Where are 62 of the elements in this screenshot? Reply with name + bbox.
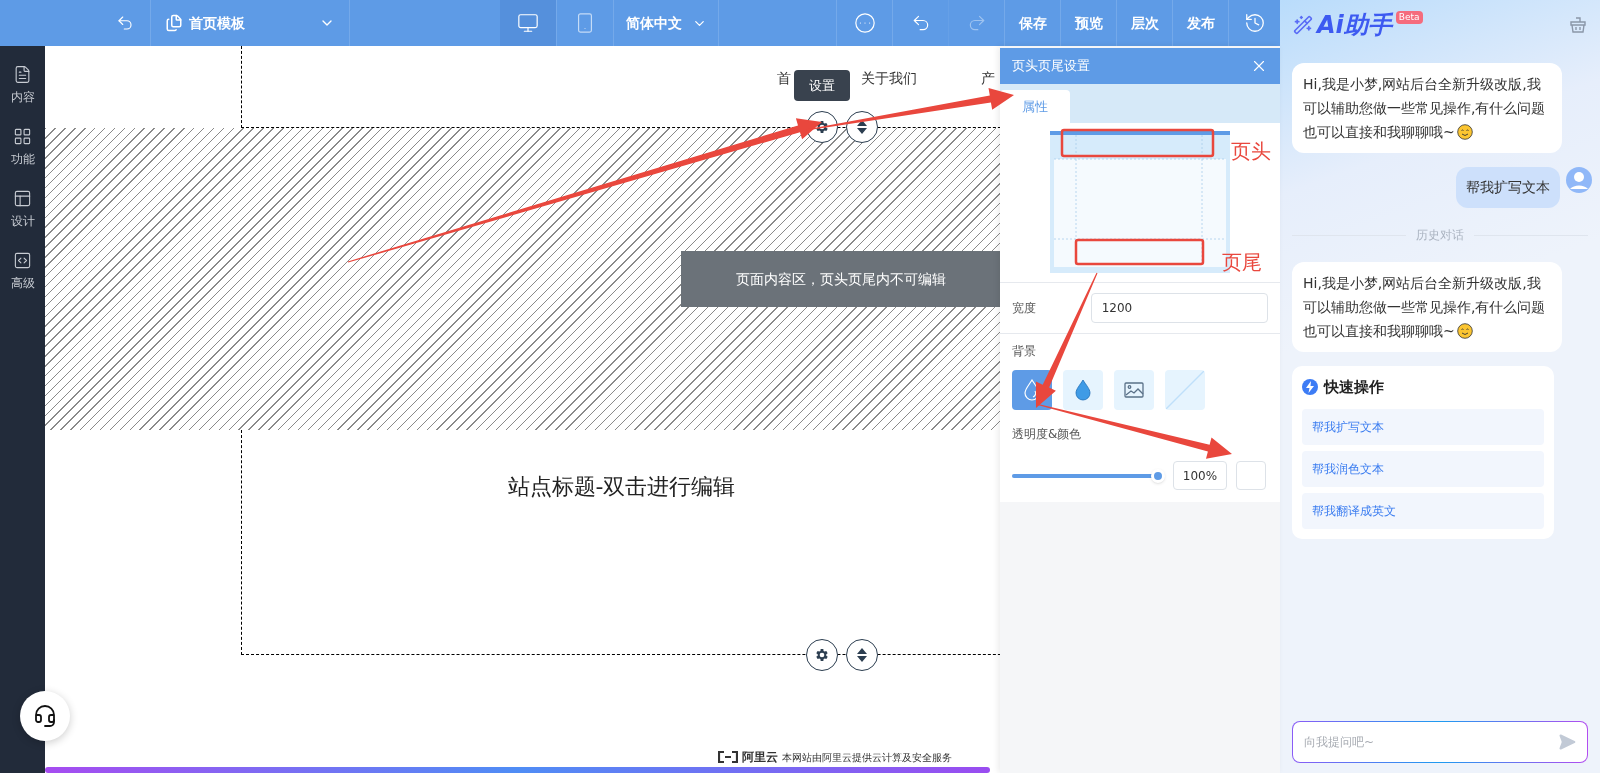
- gear-icon: [814, 647, 830, 663]
- field-label: 宽度: [1012, 300, 1037, 317]
- monitor-icon: [517, 12, 539, 34]
- quick-action-button[interactable]: 帮我润色文本: [1302, 450, 1544, 487]
- image-icon: [1124, 382, 1144, 398]
- smiley-icon: [1456, 323, 1473, 339]
- quick-action-button[interactable]: 帮我扩写文本: [1302, 408, 1544, 445]
- width-field[interactable]: 1200: [1090, 293, 1268, 323]
- quick-action-button[interactable]: 帮我翻译成英文: [1302, 492, 1544, 529]
- scrollbar[interactable]: [45, 767, 990, 773]
- footer-text: 本网站由阿里云提供云计算及安全服务: [782, 750, 952, 765]
- nav-link[interactable]: 关于我们: [861, 68, 917, 89]
- send-icon[interactable]: [1558, 733, 1576, 751]
- nav-link[interactable]: 首: [777, 68, 791, 89]
- basket-icon[interactable]: [1569, 16, 1587, 34]
- water-drop-icon: [1074, 379, 1092, 401]
- document-icon: [13, 64, 32, 84]
- magic-wand-icon: [1293, 15, 1313, 35]
- bracket-logo-icon: [718, 751, 738, 763]
- headset-icon: [33, 704, 57, 728]
- history-icon: [1243, 12, 1266, 34]
- panel-title: 页头页尾设置: [1012, 57, 1091, 76]
- bot-message: Hi,我是小梦,网站后台全新升级改版,我可以辅助您做一些常见操作,有什么问题也可以直接和我聊聊哦~: [1292, 262, 1562, 352]
- section-label: 透明度&颜色: [1012, 426, 1082, 443]
- ellipsis-icon: [853, 12, 876, 34]
- quick-actions-title: 快速操作: [1324, 377, 1384, 398]
- annotation-label: 页尾: [1222, 252, 1262, 272]
- divider-label: 历史对话: [1416, 227, 1464, 244]
- tooltip: 设置: [794, 70, 850, 101]
- slash-icon: [1165, 370, 1205, 410]
- color-swatch[interactable]: [1236, 461, 1266, 490]
- sidebar-item[interactable]: 高级: [0, 240, 45, 302]
- notice-banner: 页面内容区，页头页尾内不可编辑: [681, 251, 1000, 307]
- beta-badge: Beta: [1395, 11, 1423, 24]
- nav-link[interactable]: 产: [981, 68, 995, 89]
- sidebar-item[interactable]: 设计: [0, 178, 45, 240]
- section-label: 背景: [1011, 343, 1037, 360]
- bot-message: Hi,我是小梦,网站后台全新升级改版,我可以辅助您做一些常见操作,有什么问题也可以直接和我聊聊哦~: [1292, 63, 1562, 153]
- sidebar-item[interactable]: 功能: [0, 116, 45, 178]
- layout-icon: [13, 188, 32, 208]
- opacity-value-field[interactable]: 100%: [1173, 461, 1227, 490]
- avatar-icon: [1566, 167, 1592, 193]
- annotation-label: 页头: [1231, 141, 1271, 161]
- chat-input-field[interactable]: 向我提问吧~: [1292, 721, 1588, 763]
- sidebar-item[interactable]: 内容: [0, 54, 45, 116]
- assistant-title: Ai助手: [1317, 13, 1392, 37]
- background-option[interactable]: [1114, 370, 1154, 410]
- smiley-icon: [1456, 124, 1473, 140]
- lightning-icon: [1302, 379, 1318, 396]
- document-icon: [165, 14, 183, 32]
- user-message: 帮我扩写文本: [1456, 167, 1560, 208]
- grid-icon: [13, 126, 32, 146]
- undo-icon: [116, 14, 134, 32]
- device-tab[interactable]: [500, 0, 557, 46]
- settings-button[interactable]: [806, 639, 838, 671]
- code-icon: [13, 250, 32, 270]
- site-title[interactable]: 站点标题-双击进行编辑: [507, 470, 736, 654]
- background-option[interactable]: [1063, 370, 1103, 410]
- move-button[interactable]: [846, 639, 878, 671]
- footer-brand: 阿里云: [742, 749, 778, 766]
- sort-icon: [856, 120, 868, 134]
- sort-icon: [856, 648, 868, 662]
